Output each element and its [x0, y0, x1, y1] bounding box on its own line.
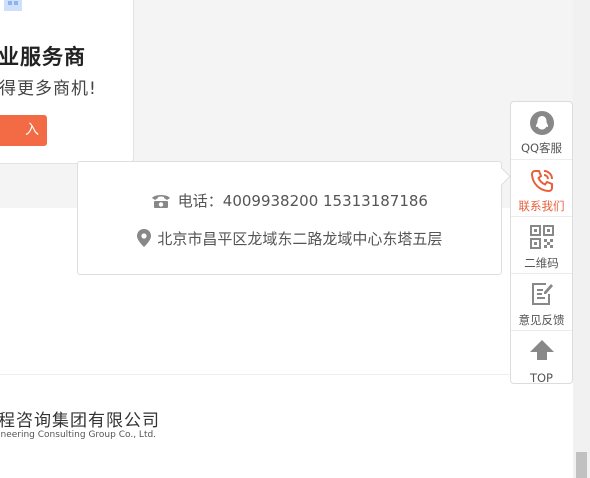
- promo-card: 业服务商 得更多商机! 入: [0, 0, 134, 164]
- sidebar-label-top: TOP: [529, 371, 553, 385]
- sidebar-label-feedback: 意见反馈: [518, 313, 565, 327]
- building-icon: [1, 0, 27, 13]
- sidebar-item-qrcode[interactable]: 二维码: [511, 216, 572, 274]
- section-divider: [0, 374, 573, 375]
- promo-title: 业服务商: [0, 45, 86, 69]
- feedback-icon: [530, 282, 554, 310]
- phone-icon: [529, 168, 555, 198]
- promo-subtitle: 得更多商机!: [0, 79, 97, 99]
- contact-address: 北京市昌平区龙域东二路龙域中心东塔五层: [78, 228, 501, 249]
- join-button[interactable]: 入: [0, 115, 47, 146]
- sidebar-label-contact: 联系我们: [518, 199, 565, 213]
- sidebar-label-qq: QQ客服: [520, 141, 563, 155]
- address-text: 北京市昌平区龙域东二路龙域中心东塔五层: [157, 230, 443, 248]
- floating-sidebar: QQ客服 联系我们 二维码 意见反馈 TOP: [510, 101, 573, 385]
- sidebar-item-qq[interactable]: QQ客服: [511, 102, 572, 159]
- arrow-up-icon: [529, 339, 555, 365]
- qq-icon: [529, 110, 555, 140]
- sidebar-item-contact[interactable]: 联系我们: [511, 159, 572, 217]
- telephone-icon: [151, 192, 178, 210]
- sidebar-label-qrcode: 二维码: [524, 256, 559, 270]
- vertical-scrollbar[interactable]: [573, 0, 590, 478]
- company-name-cn: 程咨询集团有限公司: [0, 411, 160, 431]
- company-name-en: ineering Consulting Group Co., Ltd.: [0, 430, 157, 440]
- contact-popover: 电话：4009938200 15313187186 北京市昌平区龙域东二路龙域中…: [77, 161, 511, 275]
- location-pin-icon: [136, 229, 158, 248]
- sidebar-item-top[interactable]: TOP: [511, 330, 572, 388]
- contact-phone: 电话：4009938200 15313187186: [78, 190, 501, 211]
- phone-text: 电话：4009938200 15313187186: [177, 192, 428, 210]
- qrcode-icon: [529, 225, 554, 253]
- sidebar-item-feedback[interactable]: 意见反馈: [511, 273, 572, 331]
- scrollbar-thumb[interactable]: [576, 452, 587, 478]
